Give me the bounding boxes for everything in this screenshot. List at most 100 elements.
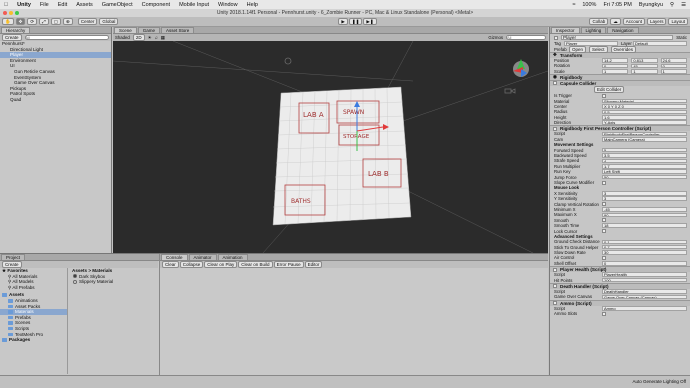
rotate-tool-icon[interactable]: ⟳ [27,18,38,25]
shading-dropdown[interactable]: Shaded [115,35,130,40]
property-field[interactable]: Ammo [602,306,687,311]
prefab-open-button[interactable]: Open [569,45,587,53]
move-tool-icon[interactable]: ✥ [15,18,26,25]
account-button[interactable]: Account [622,18,645,25]
property-field[interactable]: Y-Axis [602,120,687,125]
property-field[interactable]: 90 [602,212,687,218]
console-button[interactable]: Clear [162,261,179,268]
capsule-enabled-checkbox[interactable] [553,81,557,86]
audio-icon[interactable]: ♫ [154,35,157,40]
property-field[interactable]: 4 [602,158,687,164]
scene-search-input[interactable] [506,35,546,40]
console-button[interactable]: Editor [304,261,323,268]
edit-collider-button[interactable]: Edit Collider [594,85,625,93]
space-toggle[interactable]: Global [99,18,119,25]
property-field[interactable]: PlayerHealth [602,272,687,278]
position-y[interactable]: 0.813 [631,58,658,63]
fpc-enabled-checkbox[interactable] [553,126,557,131]
gizmos-dropdown[interactable]: Gizmos [488,35,503,40]
2d-toggle[interactable]: 2D [132,34,145,41]
menu-component[interactable]: Component [142,2,170,8]
search-icon[interactable]: ⚲ [670,2,674,8]
menu-window[interactable]: Window [218,2,238,8]
menu-file[interactable]: File [40,2,49,8]
layers-dropdown[interactable]: Layers [646,18,667,25]
tab-hierarchy[interactable]: Hierarchy [1,27,31,33]
pivot-toggle[interactable]: Center [77,18,98,25]
apple-icon[interactable]:  [4,2,8,8]
pause-icon[interactable]: ❚❚ [348,18,363,25]
transform-tool-icon[interactable]: ⊕ [63,18,73,25]
hierarchy-search-input[interactable] [24,35,109,40]
rect-tool-icon[interactable]: ▢ [50,18,62,25]
property-field[interactable]: Game Over Canvas (Canvas) [602,294,687,300]
scale-x[interactable]: 1 [602,68,629,74]
scale-tool-icon[interactable]: ⤢ [39,18,49,25]
property-field[interactable]: 0.1 [602,239,687,245]
rotation-y[interactable]: 45 [631,63,658,69]
console-button[interactable]: Collapse [179,261,204,268]
property-field[interactable]: 3 [602,190,687,196]
property-field[interactable]: 100 [602,277,687,283]
layer-dropdown[interactable]: Default [633,41,687,46]
light-icon[interactable]: ☀ [148,35,152,41]
property-field[interactable]: 18 [602,223,687,228]
scene-orientation-gizmo[interactable] [513,59,529,77]
property-field[interactable]: 3.5 [602,153,687,158]
death-handler-checkbox[interactable] [553,284,557,289]
layout-dropdown[interactable]: Layout [668,18,688,25]
property-field[interactable]: -45 [602,207,687,212]
tab-animator[interactable]: Animator [188,254,217,260]
menu-edit[interactable]: Edit [58,2,67,8]
step-icon[interactable]: ▶❚ [363,18,377,25]
console-button[interactable]: Clear on Play [204,261,238,268]
tab-lighting[interactable]: Lighting [580,27,607,33]
menu-help[interactable]: Help [247,2,258,8]
tab-navigation[interactable]: Navigation [607,27,639,33]
clock[interactable]: Fri 7:05 PM [603,2,631,8]
tab-game[interactable]: Game [137,27,161,33]
static-toggle[interactable]: Static [676,35,687,40]
file-item[interactable]: Slippery Material [70,279,158,285]
property-field[interactable]: Slippery Material [602,98,687,104]
player-health-checkbox[interactable] [553,267,557,272]
user-name[interactable]: Byungkyu [639,2,663,8]
ammo-checkbox[interactable] [553,301,557,306]
close-window-button[interactable] [3,11,7,15]
hierarchy-create-button[interactable]: Create [2,34,22,41]
tab-animation[interactable]: Animation [217,254,248,260]
wifi-icon[interactable]: ≈ [572,2,575,8]
menu-assets[interactable]: Assets [76,2,93,8]
object-active-checkbox[interactable] [554,35,558,40]
hand-tool-icon[interactable]: ✋ [2,18,14,25]
play-icon[interactable]: ▶ [338,18,348,25]
favorite-item[interactable]: ⚲ All Prefabs [0,285,67,291]
property-field[interactable]: DeathHandler [602,289,687,294]
property-field[interactable]: 5 [602,147,687,153]
object-name-field[interactable]: Player [561,35,674,40]
tab-scene[interactable]: Scene [114,27,137,33]
property-field[interactable]: RigidbodyFirstPersonController [602,131,687,137]
property-field[interactable]: 0 [602,261,687,266]
tab-inspector[interactable]: Inspector [551,27,580,33]
tab-project[interactable]: Project [1,254,26,260]
property-field[interactable]: 3 [602,196,687,201]
hierarchy-item[interactable]: Quad [0,97,111,103]
property-field[interactable]: 0.5 [602,109,687,115]
collab-button[interactable]: Collab [589,18,609,25]
scale-z[interactable]: 1 [660,68,687,74]
property-checkbox[interactable] [602,180,606,185]
property-field[interactable]: X 0 Y 0 Z 0 [602,104,687,109]
property-checkbox[interactable] [602,202,606,207]
console-button[interactable]: Clear on Build [238,261,273,268]
property-checkbox[interactable] [602,229,606,234]
cloud-icon[interactable]: ☁ [610,18,621,25]
minimize-window-button[interactable] [9,11,13,15]
property-field[interactable]: MainCamera (Camera) [602,137,687,142]
packages-header[interactable]: Packages [0,337,67,343]
property-checkbox[interactable] [602,255,606,260]
prefab-select-button[interactable]: Select [589,45,608,53]
scene-viewport[interactable]: LAB A SPAWN STORAGE LAB B BATHS [113,41,548,253]
rotation-z[interactable]: 0 [660,63,687,69]
rotation-x[interactable]: 0 [602,63,629,69]
